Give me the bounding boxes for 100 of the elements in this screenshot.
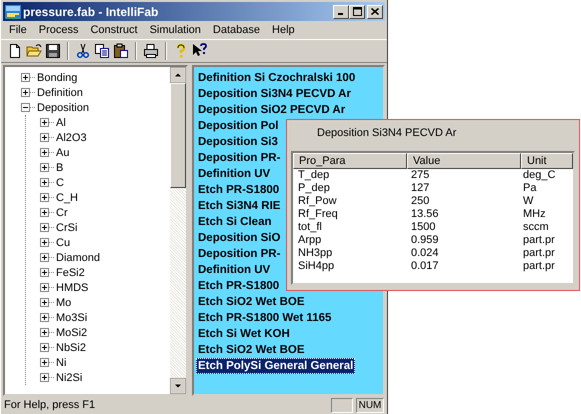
tree-item[interactable]: Definition [35,86,83,98]
table-cell-text: part.pr [522,260,556,273]
process-list-item[interactable]: Etch SiO2 Wet BOE [196,294,307,310]
tree-item[interactable]: MoSi2 [54,326,88,338]
column-header[interactable]: Value [407,153,521,169]
expand-box-icon[interactable] [40,148,49,157]
expand-box-icon[interactable] [40,118,49,127]
expand-box-icon[interactable] [40,298,49,307]
process-list-item[interactable]: Definition Si Czochralski 100 [196,70,358,86]
column-header[interactable]: Unit [521,153,573,169]
tree-item[interactable]: B [54,162,64,174]
new-file-icon[interactable] [7,43,23,59]
pointer-question-icon[interactable] [192,43,208,59]
scroll-up-icon[interactable] [170,67,186,83]
process-list-item[interactable]: Deposition PR- [196,246,282,262]
tree-item[interactable]: C [54,176,64,188]
tree-item[interactable]: NbSi2 [54,342,86,354]
folder-icon[interactable] [26,43,42,59]
expand-box-icon[interactable] [40,133,49,142]
tree-item[interactable]: HMDS [54,282,88,294]
table-cell-text: T_dep [297,169,330,182]
scrollbar[interactable] [170,67,186,394]
tree-item[interactable]: Diamond [54,252,100,264]
clipboard-icon[interactable] [113,43,129,59]
process-list-item[interactable]: Etch PR-S1800 Wet 1165 [196,310,334,326]
process-list-item[interactable]: Etch Si Wet KOH [196,326,292,342]
num-lock-indicator: NUM [356,398,384,412]
menu-item[interactable]: File [3,24,33,36]
expand-box-icon[interactable] [40,328,49,337]
tree-item[interactable]: Cu [54,236,70,248]
menu-item[interactable]: Simulation [144,24,207,36]
process-list-item[interactable]: Etch SiO2 Wet BOE [196,342,307,358]
menu-item[interactable]: Database [206,24,266,36]
menu-item[interactable]: Construct [84,24,144,36]
process-list-item[interactable]: Deposition Si3 [196,134,280,150]
expand-box-icon[interactable] [21,88,30,97]
tree-item[interactable]: CrSi [54,222,78,234]
expand-box-icon[interactable] [40,373,49,382]
expand-box-icon[interactable] [40,268,49,277]
column-header[interactable]: Pro_Para [293,153,407,169]
process-list-item[interactable]: Deposition PR- [196,150,282,166]
expand-box-icon[interactable] [40,223,49,232]
table-cell-text: 13.56 [410,208,440,221]
collapse-box-icon[interactable] [21,103,30,112]
expand-box-icon[interactable] [40,238,49,247]
process-list-item[interactable]: Definition UV [196,262,272,278]
process-list-item[interactable]: Definition UV [196,166,272,182]
tree-item[interactable]: Ni [54,356,66,368]
process-list-item[interactable]: Deposition Si3N4 PECVD Ar [196,86,353,102]
tree-item[interactable]: Ni2Si [54,372,82,384]
tree-item[interactable]: Mo [54,296,72,308]
tree-item[interactable]: FeSi2 [54,266,85,278]
table-cell-text: sccm [522,221,550,234]
expand-box-icon[interactable] [40,343,49,352]
expand-box-icon[interactable] [40,193,49,202]
expand-box-icon[interactable] [21,73,30,82]
window-title: pressure.fab - IntelliFab [23,4,158,18]
table-cell-text: part.pr [522,234,556,247]
process-list-item[interactable]: Etch PR-S1800 [196,278,282,294]
maximize-icon [352,7,362,16]
expand-box-icon[interactable] [40,163,49,172]
process-list-item[interactable]: Etch PolySi General General [196,358,356,374]
close-button[interactable] [367,4,383,18]
table-cell-text: tot_fl [297,221,323,234]
scroll-down-icon[interactable] [170,378,186,394]
process-list-item[interactable]: Etch Si3N4 RIE [196,198,282,214]
tree-item[interactable]: Al [54,116,66,128]
expand-box-icon[interactable] [40,178,49,187]
process-list-item[interactable]: Deposition SiO2 PECVD Ar [196,102,348,118]
expand-box-icon[interactable] [40,253,49,262]
tree-item[interactable]: Deposition [35,102,89,114]
expand-box-icon[interactable] [40,358,49,367]
menu-item[interactable]: Help [266,24,301,36]
tree-item[interactable]: Mo3Si [54,312,88,324]
tree-item[interactable]: C_H [54,192,78,204]
maximize-button[interactable] [349,4,365,18]
table-cell-text: Arpp [297,234,322,247]
copy-icon[interactable] [94,43,110,59]
expand-box-icon[interactable] [40,313,49,322]
table-cell-text: W [522,195,534,208]
scissors-icon[interactable] [75,43,91,59]
table-cell-text: 0.024 [410,247,440,260]
minimize-button[interactable] [333,4,349,18]
process-list-item[interactable]: Deposition SiO [196,230,282,246]
tree-item[interactable]: Cr [54,206,68,218]
table-cell-text: NH3pp [297,247,334,260]
tree-item[interactable]: Al2O3 [54,132,87,144]
tree-item[interactable]: Bonding [35,72,78,84]
process-list-item[interactable]: Etch Si Clean [196,214,274,230]
expand-box-icon[interactable] [40,208,49,217]
expand-box-icon[interactable] [40,283,49,292]
printer-icon[interactable] [143,43,159,59]
table-cell-text: 0.959 [410,234,440,247]
table-cell-text: 275 [410,169,430,182]
table-cell-text: 0.017 [410,260,440,273]
tree-item[interactable]: Au [54,146,70,158]
menu-item[interactable]: Process [32,24,84,36]
process-list-item[interactable]: Etch PR-S1800 [196,182,282,198]
dialog-title: Deposition Si3N4 PECVD Ar [317,127,458,141]
process-list-item[interactable]: Deposition Pol [196,118,280,134]
